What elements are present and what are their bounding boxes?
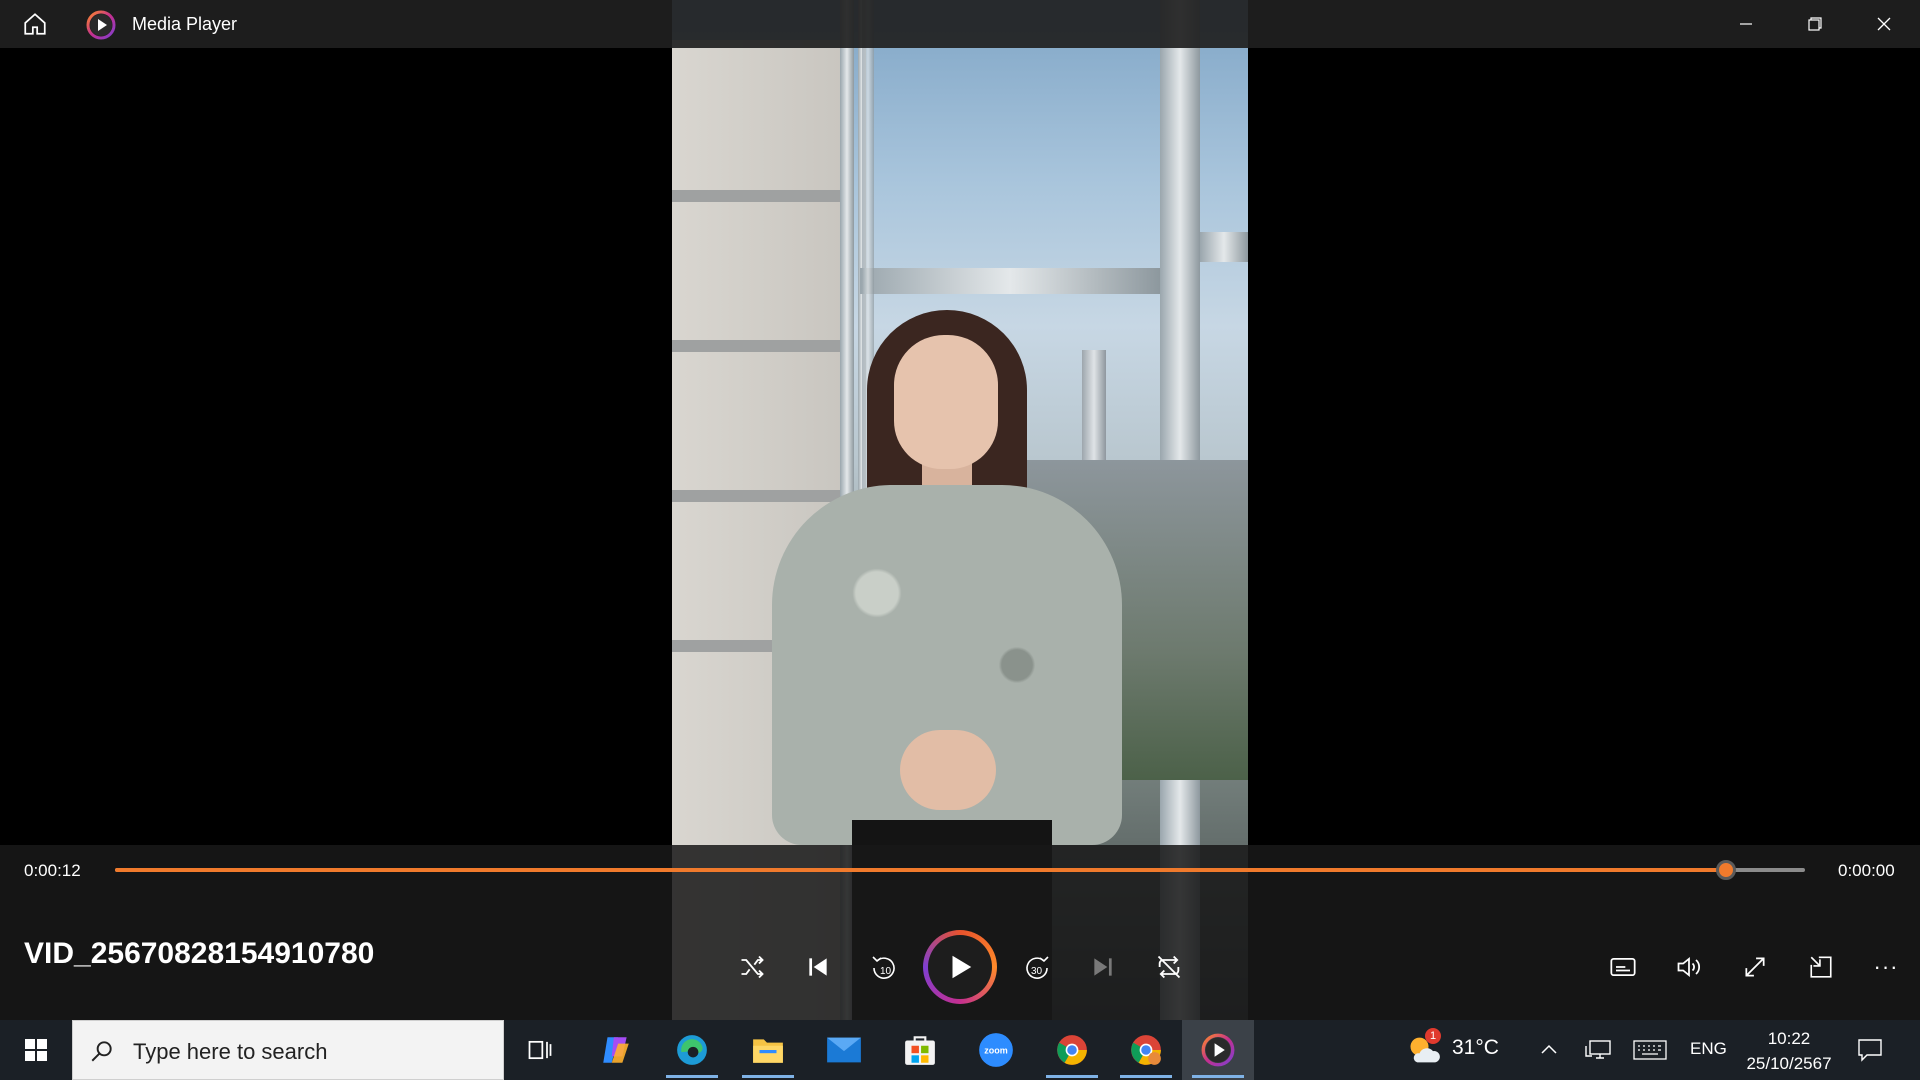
media-player-logo bbox=[86, 10, 116, 40]
title-bar: Media Player bbox=[0, 0, 1920, 48]
shuffle-button[interactable] bbox=[730, 945, 774, 989]
repeat-button[interactable] bbox=[1147, 945, 1191, 989]
previous-button[interactable] bbox=[796, 945, 840, 989]
minimize-button[interactable] bbox=[1712, 0, 1780, 48]
keyboard-icon bbox=[1633, 1040, 1667, 1060]
copilot-button[interactable] bbox=[584, 1020, 648, 1080]
more-icon: ··· bbox=[1873, 954, 1899, 979]
svg-text:10: 10 bbox=[880, 966, 892, 977]
show-hidden-icons-button[interactable] bbox=[1532, 1020, 1566, 1080]
copilot-icon bbox=[603, 1037, 629, 1063]
chrome-profile-icon bbox=[1131, 1035, 1161, 1065]
edge-icon bbox=[677, 1035, 707, 1065]
close-icon bbox=[1877, 17, 1891, 31]
mini-player-icon bbox=[1810, 956, 1832, 978]
restore-icon bbox=[1808, 17, 1822, 31]
seek-bar-fill bbox=[115, 868, 1726, 872]
seek-bar[interactable] bbox=[115, 860, 1805, 880]
touch-keyboard-button[interactable] bbox=[1628, 1020, 1672, 1080]
zoom-button[interactable]: zoom bbox=[964, 1020, 1028, 1080]
previous-icon bbox=[809, 958, 827, 976]
file-name: VID_25670828154910780 bbox=[24, 937, 375, 970]
close-button[interactable] bbox=[1850, 0, 1918, 48]
seek-bar-thumb[interactable] bbox=[1715, 860, 1736, 880]
notifications-button[interactable] bbox=[1850, 1020, 1890, 1080]
media-player-taskbar-button[interactable] bbox=[1182, 1020, 1254, 1080]
repeat-off-icon bbox=[1157, 955, 1181, 979]
mini-player-button[interactable] bbox=[1799, 945, 1843, 989]
clock-date: 25/10/2567 bbox=[1746, 1054, 1832, 1073]
task-view-icon bbox=[528, 1040, 552, 1060]
remaining-time: 0:00:00 bbox=[1838, 861, 1895, 880]
play-icon bbox=[952, 955, 972, 979]
svg-text:30: 30 bbox=[1031, 966, 1043, 977]
captions-icon bbox=[1610, 957, 1636, 977]
notification-icon bbox=[1858, 1039, 1882, 1062]
network-button[interactable] bbox=[1580, 1020, 1616, 1080]
media-player-icon bbox=[1201, 1033, 1235, 1067]
chrome-icon bbox=[1057, 1035, 1087, 1065]
captions-button[interactable] bbox=[1601, 945, 1645, 989]
skip-back-10-icon: 10 bbox=[872, 956, 895, 979]
skip-forward-30-icon: 30 bbox=[1026, 956, 1049, 979]
mail-button[interactable] bbox=[812, 1020, 876, 1080]
chrome-profile-button[interactable] bbox=[1114, 1020, 1178, 1080]
weather-temperature: 31°C bbox=[1452, 1036, 1499, 1059]
zoom-icon: zoom bbox=[979, 1033, 1013, 1067]
minimize-icon bbox=[1740, 23, 1752, 25]
more-button[interactable]: ··· bbox=[1864, 945, 1908, 989]
fullscreen-button[interactable] bbox=[1733, 945, 1777, 989]
skip-back-button[interactable]: 10 bbox=[862, 945, 906, 989]
clock-time: 10:22 bbox=[1767, 1029, 1811, 1048]
skip-forward-button[interactable]: 30 bbox=[1015, 945, 1059, 989]
next-icon bbox=[1094, 958, 1112, 976]
fullscreen-icon bbox=[1745, 957, 1765, 977]
chevron-up-icon bbox=[1541, 1044, 1557, 1054]
window-title: Media Player bbox=[132, 14, 238, 34]
restore-button[interactable] bbox=[1781, 0, 1849, 48]
edge-button[interactable] bbox=[660, 1020, 724, 1080]
playback-controls: 0:00:12 0:00:00 VID_25670828154910780 10… bbox=[0, 845, 1920, 1020]
file-explorer-icon bbox=[753, 1039, 783, 1063]
mail-icon bbox=[827, 1037, 861, 1063]
search-icon bbox=[91, 1041, 112, 1062]
microsoft-store-icon bbox=[905, 1036, 935, 1065]
shuffle-icon bbox=[741, 955, 764, 979]
taskbar: Type here to search zoom 1 31°C ENG 10:2… bbox=[0, 1020, 1920, 1080]
svg-text:zoom: zoom bbox=[984, 1045, 1008, 1055]
chrome-button[interactable] bbox=[1040, 1020, 1104, 1080]
home-icon[interactable] bbox=[18, 10, 52, 38]
play-button[interactable] bbox=[923, 930, 997, 1004]
media-player-window: Media Player 0:00:12 0:00:00 VID_2567082… bbox=[0, 0, 1920, 1020]
volume-icon bbox=[1677, 957, 1700, 977]
taskbar-search[interactable]: Type here to search bbox=[72, 1020, 504, 1080]
microsoft-store-button[interactable] bbox=[888, 1020, 952, 1080]
start-button[interactable] bbox=[0, 1020, 72, 1080]
file-explorer-button[interactable] bbox=[736, 1020, 800, 1080]
elapsed-time: 0:00:12 bbox=[24, 861, 81, 880]
taskbar-clock[interactable]: 10:22 25/10/2567 bbox=[1734, 1026, 1844, 1076]
input-language[interactable]: ENG bbox=[1690, 1039, 1727, 1059]
next-button[interactable] bbox=[1081, 945, 1125, 989]
volume-button[interactable] bbox=[1667, 945, 1711, 989]
weather-alert-badge: 1 bbox=[1425, 1028, 1441, 1044]
search-placeholder: Type here to search bbox=[133, 1039, 328, 1064]
windows-icon bbox=[25, 1039, 47, 1061]
network-icon bbox=[1585, 1040, 1611, 1059]
task-view-button[interactable] bbox=[508, 1020, 572, 1080]
weather-widget[interactable] bbox=[1402, 1020, 1446, 1080]
